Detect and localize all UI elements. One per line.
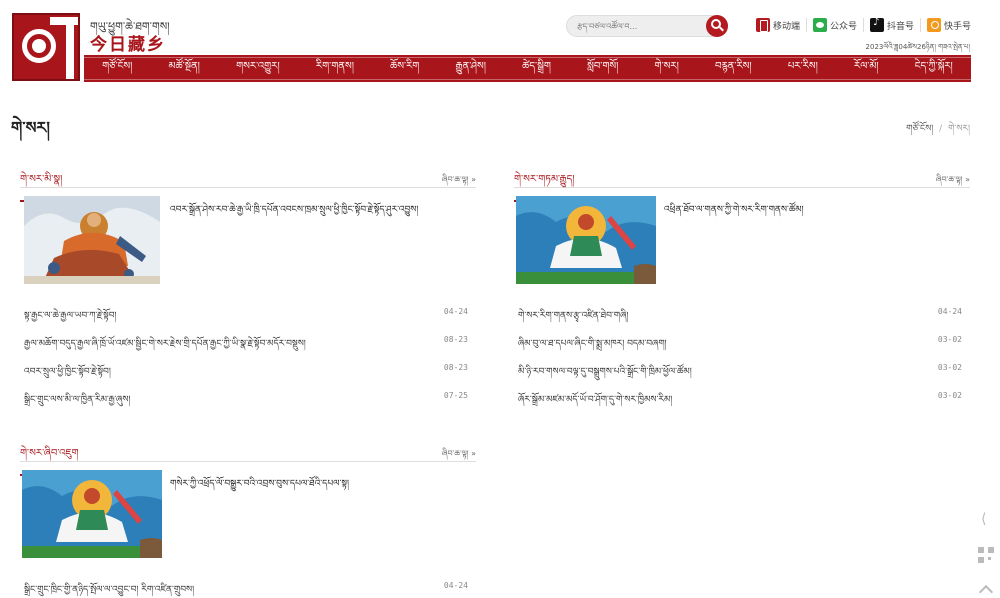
nav-item-education[interactable]: སློབ་གསོ། [587, 55, 618, 83]
nav-item-religion[interactable]: ཆོས་རིག [390, 55, 419, 83]
list-item[interactable]: ཞོར་སྒྲོམ་མཛམ་མདོ་ཡོ་བ་ཤོག་དུ་གེ་སར་ཁྱིམ… [514, 386, 970, 414]
list-item[interactable]: གེ་སར་རིག་གནས་རྩྭ་འཛིན་ཐེབ་གཞི། 04-24 [514, 302, 970, 330]
breadcrumb-home[interactable]: གཙོ་ངོས། [906, 124, 933, 134]
mobile-link[interactable]: 移动端 [756, 18, 808, 32]
feature-article[interactable]: གསེར་ཀྱི་འཕྲོད་ལོ་བསྒྱུར་བའི་འབྲས་བུས་དཔ… [20, 470, 476, 564]
feature-title[interactable]: འཕྲིན་ཐོབ་ལ་གནས་ཀྱི་གེ་སར་རིག་གནས་ཚོམ། [664, 200, 804, 225]
nav-item-home[interactable]: གཙོ་ངོས། [102, 55, 132, 83]
logo-dot-shape [32, 39, 46, 53]
article-list: སྒྲིང་གྲུང་ཁྲིང་གྱི་ནཉིད་སྤོལ་ལ་འབྱུང་བ།… [20, 576, 476, 598]
breadcrumb-current: གེ་སར། [948, 124, 970, 134]
nav-item-qinghai[interactable]: མཚོ་སྔོན། [169, 55, 200, 83]
mobile-icon [756, 18, 770, 32]
nav-item-photos[interactable]: པར་རིས། [788, 55, 818, 83]
list-item[interactable]: སྟ་རྒྱང་ལ་ཆེ་རྒྱལ་ཡབ་ཀ་རྗེ་སྟོབ། 04-24 [20, 302, 476, 330]
wechat-link[interactable]: 公众号 [813, 18, 865, 32]
site-logo[interactable] [12, 13, 80, 81]
share-icon[interactable] [978, 511, 994, 529]
feature-thumbnail[interactable] [22, 470, 162, 558]
more-link[interactable]: ཞིབ་ཆ་ལྟ། » [442, 170, 476, 193]
wechat-icon [813, 18, 828, 32]
logo-stem-shape [66, 17, 74, 79]
more-link[interactable]: ཞིབ་ཆ་ལྟ། » [936, 170, 970, 193]
nav-item-culture[interactable]: རིག་གནས། [316, 55, 354, 83]
kuaishou-link[interactable]: 快手号 [927, 18, 971, 32]
feature-title[interactable]: འབར་སྒྲོན་ཤེས་རབ་ཆེ་རྒྱ་ཡི་ཁྲི་དཔོན་འབངས… [170, 200, 418, 225]
section-gesar-stories: གེ་སར་གཏམ་རྒྱུད། ཞིབ་ཆ་ལྟ། » འཕྲིན་ཐོབ་ལ… [514, 168, 970, 414]
feature-article[interactable]: འཕྲིན་ཐོབ་ལ་གནས་ཀྱི་གེ་སར་རིག་གནས་ཚོམ། [514, 196, 970, 290]
douyin-link[interactable]: 抖音号 [870, 17, 922, 32]
kuaishou-icon [927, 18, 942, 32]
article-list: སྟ་རྒྱང་ལ་ཆེ་རྒྱལ་ཡབ་ཀ་རྗེ་སྟོབ། 04-24 རྒ… [20, 302, 476, 414]
feature-thumbnail[interactable] [516, 196, 656, 284]
more-link[interactable]: ཞིབ་ཆ་ལྟ། » [442, 444, 476, 467]
main-nav: གཙོ་ངོས། མཚོ་སྔོན། གསར་འགྱུར། རིག་གནས། ཆ… [84, 55, 971, 82]
breadcrumb: གཙོ་ངོས། / གེ་སར། [906, 119, 970, 144]
breadcrumb-separator: / [939, 124, 943, 134]
list-item[interactable]: ཞིམ་བུ་ལ་ཐ་དཔལ་ཞིང་གི་སྨྲ་མཁར། བདམ་བཞག། 0… [514, 330, 970, 358]
nav-item-topics[interactable]: ཚེད་སྒྲིག [522, 55, 551, 83]
nav-item-music[interactable]: རོལ་མོ། [854, 55, 879, 83]
section-gesar-characters: གེ་སར་མི་སྣ། ཞིབ་ཆ་ལྟ། » འབར་སྒྲོན་ཤེས་ར… [20, 168, 476, 414]
section-gesar-research: གེ་སར་ཞིབ་འཇུག ཞིབ་ཆ་ལྟ། » གསེར་ཀྱི་འཕྲོ… [20, 442, 476, 598]
feature-title[interactable]: གསེར་ཀྱི་འཕྲོད་ལོ་བསྒྱུར་བའི་འབྲས་བུས་དཔ… [170, 474, 349, 499]
side-tools [978, 511, 994, 598]
list-item[interactable]: སྒྲིང་གྲུང་ཁྲིང་གྱི་ནཉིད་སྤོལ་ལ་འབྱུང་བ།… [20, 576, 476, 598]
list-item[interactable]: མི་ཉི་རབ་གསལ་བལྟ་དུ་བསྒྲུགས་པའི་སྒྲོང་གི… [514, 358, 970, 386]
site-header: གཡུ་ཕྱུག་ཆེ་ཐག་གས། 今日藏乡 移动端 公众号 抖音号 快手号 … [0, 0, 1000, 90]
feature-thumbnail[interactable] [24, 196, 160, 284]
search-button[interactable] [706, 15, 728, 37]
logo-chinese-text: 今日藏乡 [90, 35, 166, 55]
nav-item-video[interactable]: བརྙན་རིས། [715, 55, 752, 83]
douyin-icon [870, 17, 885, 32]
nav-item-about[interactable]: ངེད་ཀྱི་སྐོར། [915, 55, 953, 83]
search-input[interactable] [577, 19, 702, 34]
page-title: གེ་སར། [11, 118, 50, 137]
qr-code-icon[interactable] [978, 547, 994, 563]
feature-article[interactable]: འབར་སྒྲོན་ཤེས་རབ་ཆེ་རྒྱ་ཡི་ཁྲི་དཔོན་འབངས… [20, 196, 476, 290]
list-item[interactable]: འབར་སྲུལ་ཕྱི་ཁྱིང་སྟོབ་རྗེ་སྟོབ། 08-23 [20, 358, 476, 386]
quick-links: 移动端 公众号 抖音号 快手号 [756, 17, 971, 33]
search-bar [566, 15, 728, 37]
back-to-top-icon[interactable] [978, 581, 994, 597]
nav-item-news[interactable]: གསར་འགྱུར། [236, 55, 280, 83]
nav-item-gesar[interactable]: གེ་སར། [655, 55, 679, 83]
list-item[interactable]: སྒྲིང་གྲུང་ལས་མི་ལ་ཁྱིན་རིམ་རྒྱ་ཞུས། 07-2… [20, 386, 476, 414]
nav-item-knowledge[interactable]: རྒྱུན་ཤེས། [456, 55, 486, 83]
article-list: གེ་སར་རིག་གནས་རྩྭ་འཛིན་ཐེབ་གཞི། 04-24 ཞིམ… [514, 302, 970, 414]
list-item[interactable]: རྒྱལ་མཆོག་བདུད་རྒྱལ་ཞི་ཁྲོ་ཡོ་འཛམ་སྦྱིང་… [20, 330, 476, 358]
